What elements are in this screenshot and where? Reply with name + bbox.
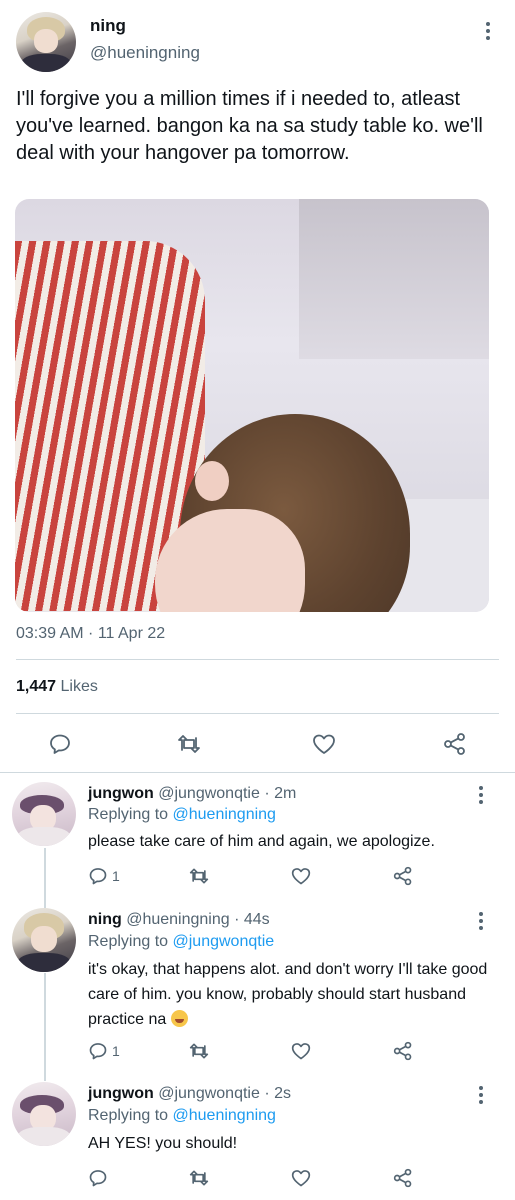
reply-text: please take care of him and again, we ap…	[88, 833, 435, 850]
reply-header: jungwon @jungwonqtie · 2s	[88, 1085, 291, 1103]
photo-background	[299, 199, 489, 359]
replying-label: Replying to	[88, 806, 169, 823]
retweet-button[interactable]	[188, 1041, 210, 1061]
replying-label: Replying to	[88, 1107, 169, 1124]
reply-time[interactable]: · 2m	[264, 785, 296, 802]
reply-icon	[89, 1043, 107, 1060]
share-button[interactable]	[392, 1168, 414, 1188]
more-options-icon[interactable]	[474, 910, 488, 932]
retweet-icon	[189, 1043, 209, 1059]
likes-number: 1,447	[16, 678, 57, 695]
divider	[0, 772, 515, 773]
thread-line	[44, 973, 46, 1081]
tweet-text: I'll forgive you a million times if i ne…	[16, 88, 483, 164]
thread-line	[44, 848, 46, 908]
share-icon	[393, 1168, 412, 1188]
more-options-icon[interactable]	[481, 20, 495, 42]
avatar-jungwon[interactable]	[12, 1082, 76, 1146]
replying-to: Replying to @hueningning	[88, 806, 276, 824]
avatar-ning[interactable]	[16, 12, 76, 72]
reply-button[interactable]: 1	[88, 1041, 120, 1061]
reply-count: 1	[112, 1043, 120, 1059]
reply-time[interactable]: · 44s	[234, 911, 270, 928]
divider	[16, 713, 499, 714]
like-button[interactable]	[290, 1168, 312, 1188]
reply-display-name[interactable]: jungwon	[88, 1085, 154, 1102]
reply-button[interactable]	[48, 732, 72, 756]
share-icon	[444, 733, 465, 755]
more-options-icon[interactable]	[474, 1084, 488, 1106]
grinning-sweat-emoji	[170, 1010, 188, 1027]
avatar-shirt	[17, 952, 71, 972]
replying-to-handle[interactable]: @hueningning	[173, 1107, 276, 1124]
reply-button[interactable]: 1	[88, 866, 120, 886]
avatar-shirt	[17, 1126, 71, 1146]
retweet-button[interactable]	[188, 866, 210, 886]
replying-to: Replying to @jungwonqtie	[88, 933, 274, 951]
reply-header: ning @hueningning · 44s	[88, 911, 270, 929]
share-button[interactable]	[392, 866, 414, 886]
heart-icon	[291, 1043, 311, 1060]
avatar-shirt	[20, 54, 72, 72]
heart-icon	[291, 868, 311, 885]
retweet-icon	[189, 868, 209, 884]
reply-text-body: it's okay, that happens alot. and don't …	[88, 961, 488, 1028]
share-icon	[393, 866, 412, 886]
heart-icon	[313, 734, 335, 754]
replying-label: Replying to	[88, 933, 169, 950]
like-button[interactable]	[311, 732, 337, 756]
reply-icon	[89, 1170, 107, 1187]
retweet-icon	[178, 735, 200, 753]
reply-button[interactable]	[88, 1168, 108, 1188]
likes-count[interactable]: 1,447 Likes	[16, 678, 98, 696]
reply-handle[interactable]: @hueningning	[126, 911, 229, 928]
avatar-ning[interactable]	[12, 908, 76, 972]
replying-to-handle[interactable]: @hueningning	[173, 806, 276, 823]
share-button[interactable]	[442, 732, 468, 756]
replying-to-handle[interactable]: @jungwonqtie	[173, 933, 275, 950]
reply-text: AH YES! you should!	[88, 1135, 238, 1152]
share-button[interactable]	[392, 1041, 414, 1061]
likes-label: Likes	[60, 678, 98, 695]
reply-text: it's okay, that happens alot. and don't …	[88, 957, 488, 1032]
author-handle[interactable]: @hueningning	[90, 43, 200, 63]
reply-header: jungwon @jungwonqtie · 2m	[88, 785, 296, 803]
like-button[interactable]	[290, 1041, 312, 1061]
more-options-icon[interactable]	[474, 784, 488, 806]
reply-count: 1	[112, 868, 120, 884]
divider	[16, 659, 499, 660]
reply-handle[interactable]: @jungwonqtie	[158, 1085, 260, 1102]
retweet-icon	[189, 1170, 209, 1186]
author-display-name[interactable]: ning	[90, 16, 126, 36]
reply-time[interactable]: · 2s	[264, 1085, 291, 1102]
tweet-photo[interactable]	[15, 199, 489, 612]
retweet-button[interactable]	[176, 732, 202, 756]
avatar-shirt	[17, 826, 71, 846]
heart-icon	[291, 1170, 311, 1187]
like-button[interactable]	[290, 866, 312, 886]
retweet-button[interactable]	[188, 1168, 210, 1188]
reply-icon	[50, 734, 70, 754]
replying-to: Replying to @hueningning	[88, 1107, 276, 1125]
avatar-face	[31, 925, 57, 952]
photo-ear	[195, 461, 229, 501]
avatar-jungwon[interactable]	[12, 782, 76, 846]
tweet-timestamp[interactable]: 03:39 AM · 11 Apr 22	[16, 625, 165, 643]
avatar-face	[34, 28, 58, 53]
reply-display-name[interactable]: ning	[88, 911, 122, 928]
reply-icon	[89, 868, 107, 885]
reply-display-name[interactable]: jungwon	[88, 785, 154, 802]
share-icon	[393, 1041, 412, 1061]
reply-handle[interactable]: @jungwonqtie	[158, 785, 260, 802]
